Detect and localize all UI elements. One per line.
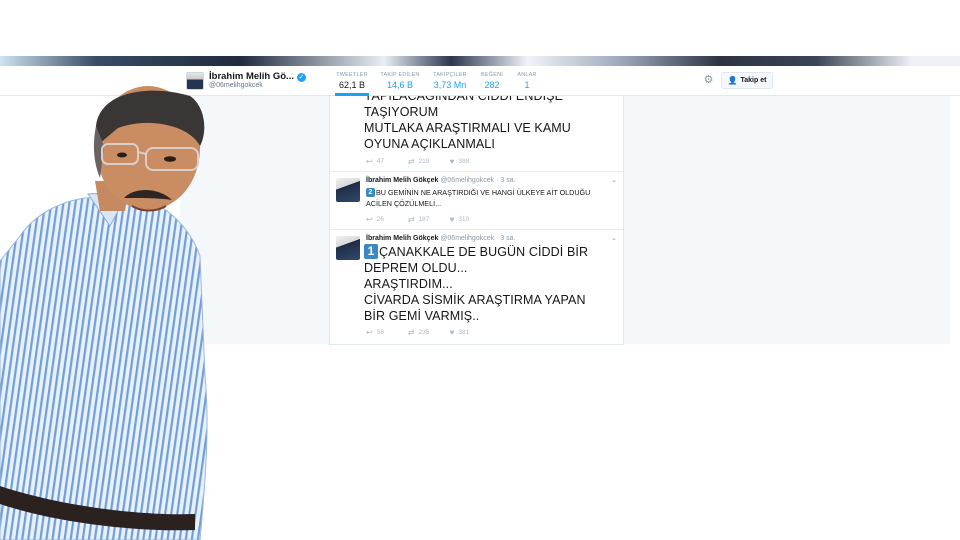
tweet-author-name: İbrahim Melih Gökçek xyxy=(366,177,439,184)
nav-profile-name[interactable]: İbrahim Melih Gö... ✓ xyxy=(209,71,306,82)
tweet-text-line: ACİLEN ÇÖZÜLMELİ... xyxy=(366,199,442,208)
stat-tweets[interactable]: TWEETLER 62,1 B xyxy=(335,72,369,96)
reply-count: 58 xyxy=(376,329,384,336)
stat-likes[interactable]: BEĞENİ 282 xyxy=(479,72,505,90)
retweet-action[interactable]: ⇄ 187 xyxy=(408,215,448,224)
stat-followers-value: 3,73 Mn xyxy=(433,80,467,90)
reply-action[interactable]: ↩ 47 xyxy=(366,157,406,166)
page-top-area xyxy=(0,0,960,56)
stat-likes-value: 282 xyxy=(484,80,500,90)
tweet-text-line: 1 ÇANAKKALE DE BUGÜN CİDDİ BİR xyxy=(364,244,588,260)
tweet-author-handle: @06melihgokcek · 3 sa. xyxy=(440,235,516,242)
tweet-text-line: TAŞIYORUM xyxy=(364,105,439,119)
stat-tweets-label: TWEETLER xyxy=(336,72,368,78)
like-count: 310 xyxy=(458,216,470,223)
stat-likes-label: BEĞENİ xyxy=(481,72,503,78)
stat-followers-label: TAKİPÇİLER xyxy=(433,72,467,78)
stat-moments[interactable]: ANLAR 1 xyxy=(514,72,540,90)
tweet-author-name: İbrahim Melih Gökçek xyxy=(366,235,439,242)
retweet-action[interactable]: ⇄ 219 xyxy=(408,157,448,166)
tweet-text-line-content: BU GEMİNİN NE ARAŞTIRDIĞI VE HANGİ ÜLKEY… xyxy=(376,188,591,197)
stat-tweets-value: 62,1 B xyxy=(338,80,366,90)
stat-moments-value: 1 xyxy=(524,80,530,90)
reply-icon: ↩ xyxy=(366,157,373,166)
retweet-count: 187 xyxy=(418,216,430,223)
stat-following-value: 14,6 B xyxy=(386,80,414,90)
heart-icon: ♥ xyxy=(449,215,455,224)
verified-badge-icon: ✓ xyxy=(296,73,306,82)
retweet-action[interactable]: ⇄ 235 xyxy=(408,328,448,337)
tweet-timeline: YAPILACAĞINDAN CİDDİ ENDİŞE TAŞIYORUM MU… xyxy=(329,96,624,345)
like-count: 381 xyxy=(458,329,470,336)
number-badge: 2 xyxy=(366,188,375,197)
tweet-text-line: BİR GEMİ VARMIŞ.. xyxy=(364,309,480,323)
reply-action[interactable]: ↩ 58 xyxy=(366,328,406,337)
heart-icon: ♥ xyxy=(449,328,455,337)
tweet-author-handle: @06melihgokcek · 3 sa. xyxy=(440,177,516,184)
follow-button-label: Takip et xyxy=(740,77,767,84)
like-action[interactable]: ♥ 388 xyxy=(450,157,470,166)
tweet-text-line: YAPILACAĞINDAN CİDDİ ENDİŞE xyxy=(364,96,564,103)
chevron-down-icon[interactable]: ⌄ xyxy=(611,234,617,242)
heart-icon: ♥ xyxy=(449,157,455,166)
tweet-text-line: 2 BU GEMİNİN NE ARAŞTIRDIĞI VE HANGİ ÜLKE… xyxy=(366,188,590,198)
reply-count: 26 xyxy=(376,216,384,223)
screenshot-stage: İbrahim Melih Gö... ✓ @06melihgokcek TWEE… xyxy=(0,0,960,540)
tweet-text-line: DEPREM OLDU... xyxy=(364,261,468,275)
tweet-text-line-content: ÇANAKKALE DE BUGÜN CİDDİ BİR xyxy=(379,245,589,259)
tweet-item[interactable]: İbrahim Melih Gökçek @06melihgokcek · 3 … xyxy=(330,230,623,344)
stat-moments-label: ANLAR xyxy=(517,72,537,78)
tweet-text-line: OYUNA AÇIKLANMALI xyxy=(364,137,495,151)
stat-following-label: TAKİP EDİLEN xyxy=(380,72,420,78)
gear-icon[interactable]: ⚙ xyxy=(703,75,714,86)
retweet-count: 235 xyxy=(418,329,430,336)
tweet-actions: ↩ 47 ⇄ 219 ♥ 388 xyxy=(366,157,469,166)
stat-followers[interactable]: TAKİPÇİLER 3,73 Mn xyxy=(431,72,469,90)
reply-action[interactable]: ↩ 26 xyxy=(366,215,406,224)
tweet-text-line: ARAŞTIRDIM... xyxy=(364,277,453,291)
like-count: 388 xyxy=(458,158,470,165)
nav-profile-name-text: İbrahim Melih Gö... xyxy=(209,71,294,82)
like-action[interactable]: ♥ 381 xyxy=(450,328,470,337)
chevron-down-icon[interactable]: ⌄ xyxy=(611,176,617,184)
tweet-actions: ↩ 58 ⇄ 235 ♥ 381 xyxy=(366,328,469,337)
cover-banner xyxy=(0,56,960,66)
tweet-item[interactable]: YAPILACAĞINDAN CİDDİ ENDİŞE TAŞIYORUM MU… xyxy=(330,96,623,172)
reply-icon: ↩ xyxy=(366,328,373,337)
person-cutout-image xyxy=(0,86,208,540)
reply-icon: ↩ xyxy=(366,215,373,224)
tweet-avatar[interactable] xyxy=(336,178,360,202)
like-action[interactable]: ♥ 310 xyxy=(450,215,470,224)
number-badge: 1 xyxy=(364,244,378,259)
tweet-avatar[interactable] xyxy=(336,236,360,260)
tweet-actions: ↩ 26 ⇄ 187 ♥ 310 xyxy=(366,215,469,224)
retweet-count: 219 xyxy=(418,158,430,165)
add-user-icon: 👤 xyxy=(727,76,738,85)
follow-button[interactable]: 👤 Takip et xyxy=(721,72,773,89)
retweet-icon: ⇄ xyxy=(407,328,415,337)
nav-profile-handle: @06melihgokcek xyxy=(209,82,263,89)
tweet-text-line: CİVARDA SİSMİK ARAŞTIRMA YAPAN xyxy=(364,293,586,307)
retweet-icon: ⇄ xyxy=(407,215,415,224)
retweet-icon: ⇄ xyxy=(407,157,415,166)
tweet-author[interactable]: İbrahim Melih Gökçek @06melihgokcek · 3 … xyxy=(366,177,516,184)
stat-following[interactable]: TAKİP EDİLEN 14,6 B xyxy=(380,72,420,90)
reply-count: 47 xyxy=(376,158,384,165)
tweet-text-line: MUTLAKA ARAŞTIRMALI VE KAMU xyxy=(364,121,571,135)
tweet-item[interactable]: İbrahim Melih Gökçek @06melihgokcek · 3 … xyxy=(330,172,623,230)
tweet-author[interactable]: İbrahim Melih Gökçek @06melihgokcek · 3 … xyxy=(366,235,516,242)
